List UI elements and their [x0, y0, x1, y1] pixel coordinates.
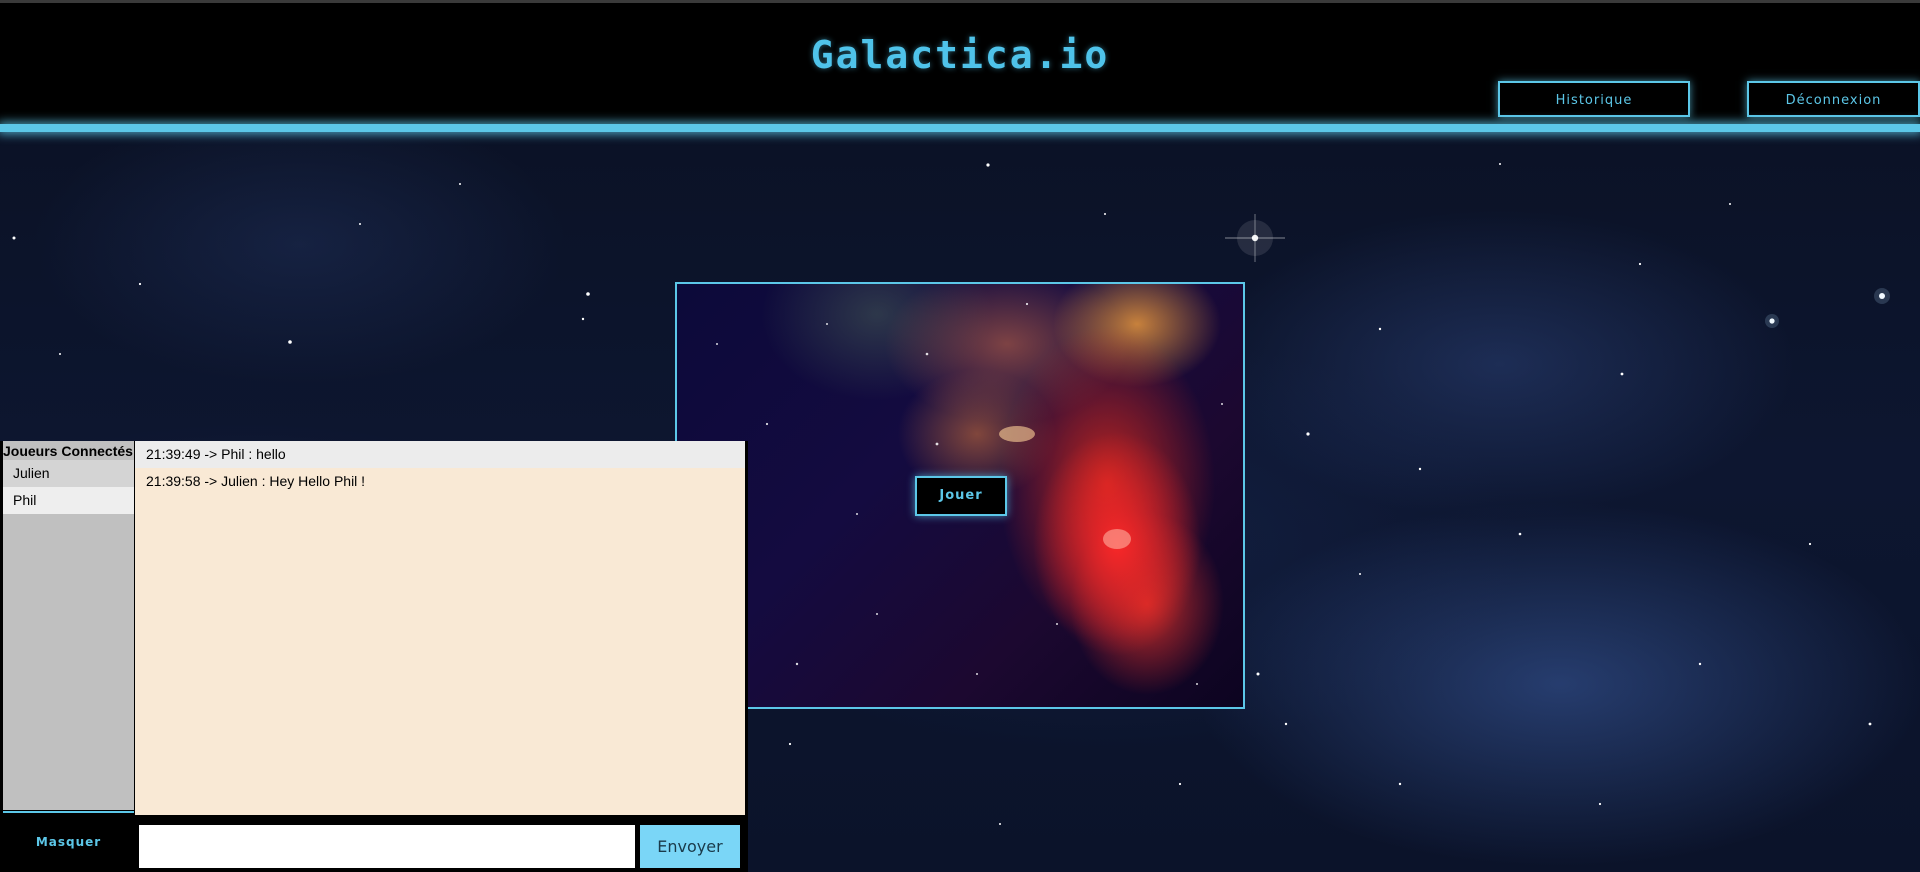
connected-players-list: Joueurs Connectés Julien Phil: [3, 441, 134, 810]
player-item[interactable]: Phil: [3, 487, 134, 514]
game-card: Jouer: [675, 282, 1245, 709]
message-input[interactable]: [139, 825, 635, 868]
hide-chat-button[interactable]: Masquer: [3, 811, 134, 872]
page: Galactica.io Historique Déconnexion Joue…: [0, 0, 1920, 872]
app-title: Galactica.io: [810, 33, 1110, 77]
history-button[interactable]: Historique: [1498, 81, 1690, 117]
header-divider: [0, 124, 1920, 132]
bright-star: [1225, 214, 1890, 328]
top-bar: Galactica.io Historique Déconnexion: [0, 0, 1920, 124]
player-item[interactable]: Julien: [3, 460, 134, 487]
messages-area: 21:39:49 -> Phil : hello 21:39:58 -> Jul…: [135, 441, 745, 815]
play-button[interactable]: Jouer: [915, 476, 1007, 516]
chat-message: 21:39:58 -> Julien : Hey Hello Phil !: [146, 473, 366, 489]
chat-message: 21:39:49 -> Phil : hello: [135, 441, 745, 468]
chat-panel: Joueurs Connectés Julien Phil Masquer 21…: [0, 441, 748, 872]
players-title: Joueurs Connectés: [3, 443, 133, 459]
send-button[interactable]: Envoyer: [640, 825, 740, 868]
logout-button[interactable]: Déconnexion: [1747, 81, 1920, 117]
